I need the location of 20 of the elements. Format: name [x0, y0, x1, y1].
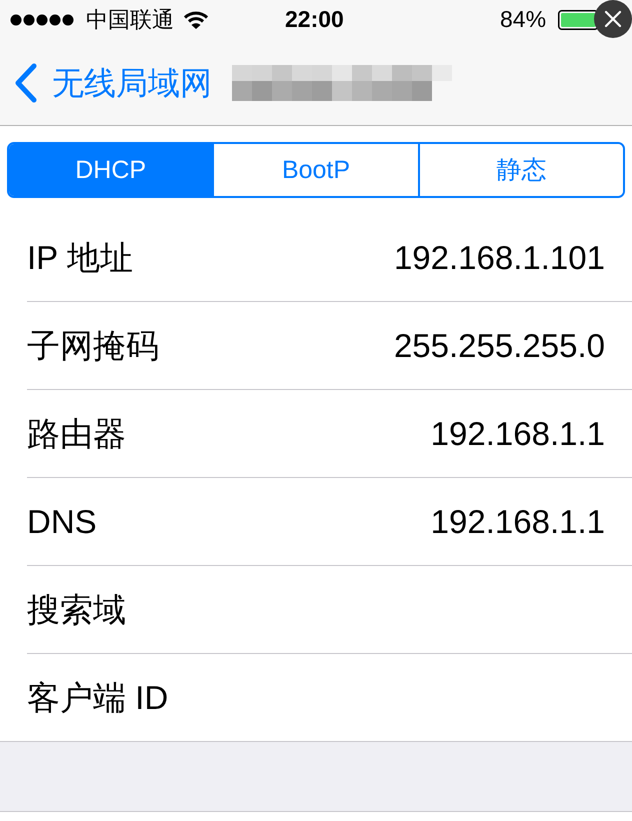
back-button[interactable]: 无线局域网 — [13, 62, 212, 102]
wifi-icon — [184, 11, 208, 29]
segment-tab[interactable]: 静态 — [418, 144, 623, 196]
row-label: 搜索域 — [27, 593, 126, 626]
segment-tab[interactable]: DHCP — [9, 144, 212, 196]
signal-icon — [10, 14, 76, 26]
chevron-left-icon — [13, 62, 37, 102]
row-label: 路由器 — [27, 417, 126, 450]
row-value: 192.168.1.101 — [394, 241, 605, 274]
row-value: 192.168.1.1 — [430, 505, 605, 538]
row-label: 子网掩码 — [27, 329, 159, 362]
row-value: 192.168.1.1 — [430, 417, 605, 450]
carrier-name: 中国联通 — [86, 9, 174, 31]
row-label: 客户端 ID — [27, 681, 168, 714]
row-label: DNS — [27, 505, 97, 538]
close-icon — [604, 10, 622, 28]
battery-percent: 84% — [500, 8, 546, 31]
status-time: 22:00 — [285, 8, 344, 31]
row-label: IP 地址 — [27, 241, 133, 274]
row-value: 255.255.255.0 — [394, 329, 605, 362]
